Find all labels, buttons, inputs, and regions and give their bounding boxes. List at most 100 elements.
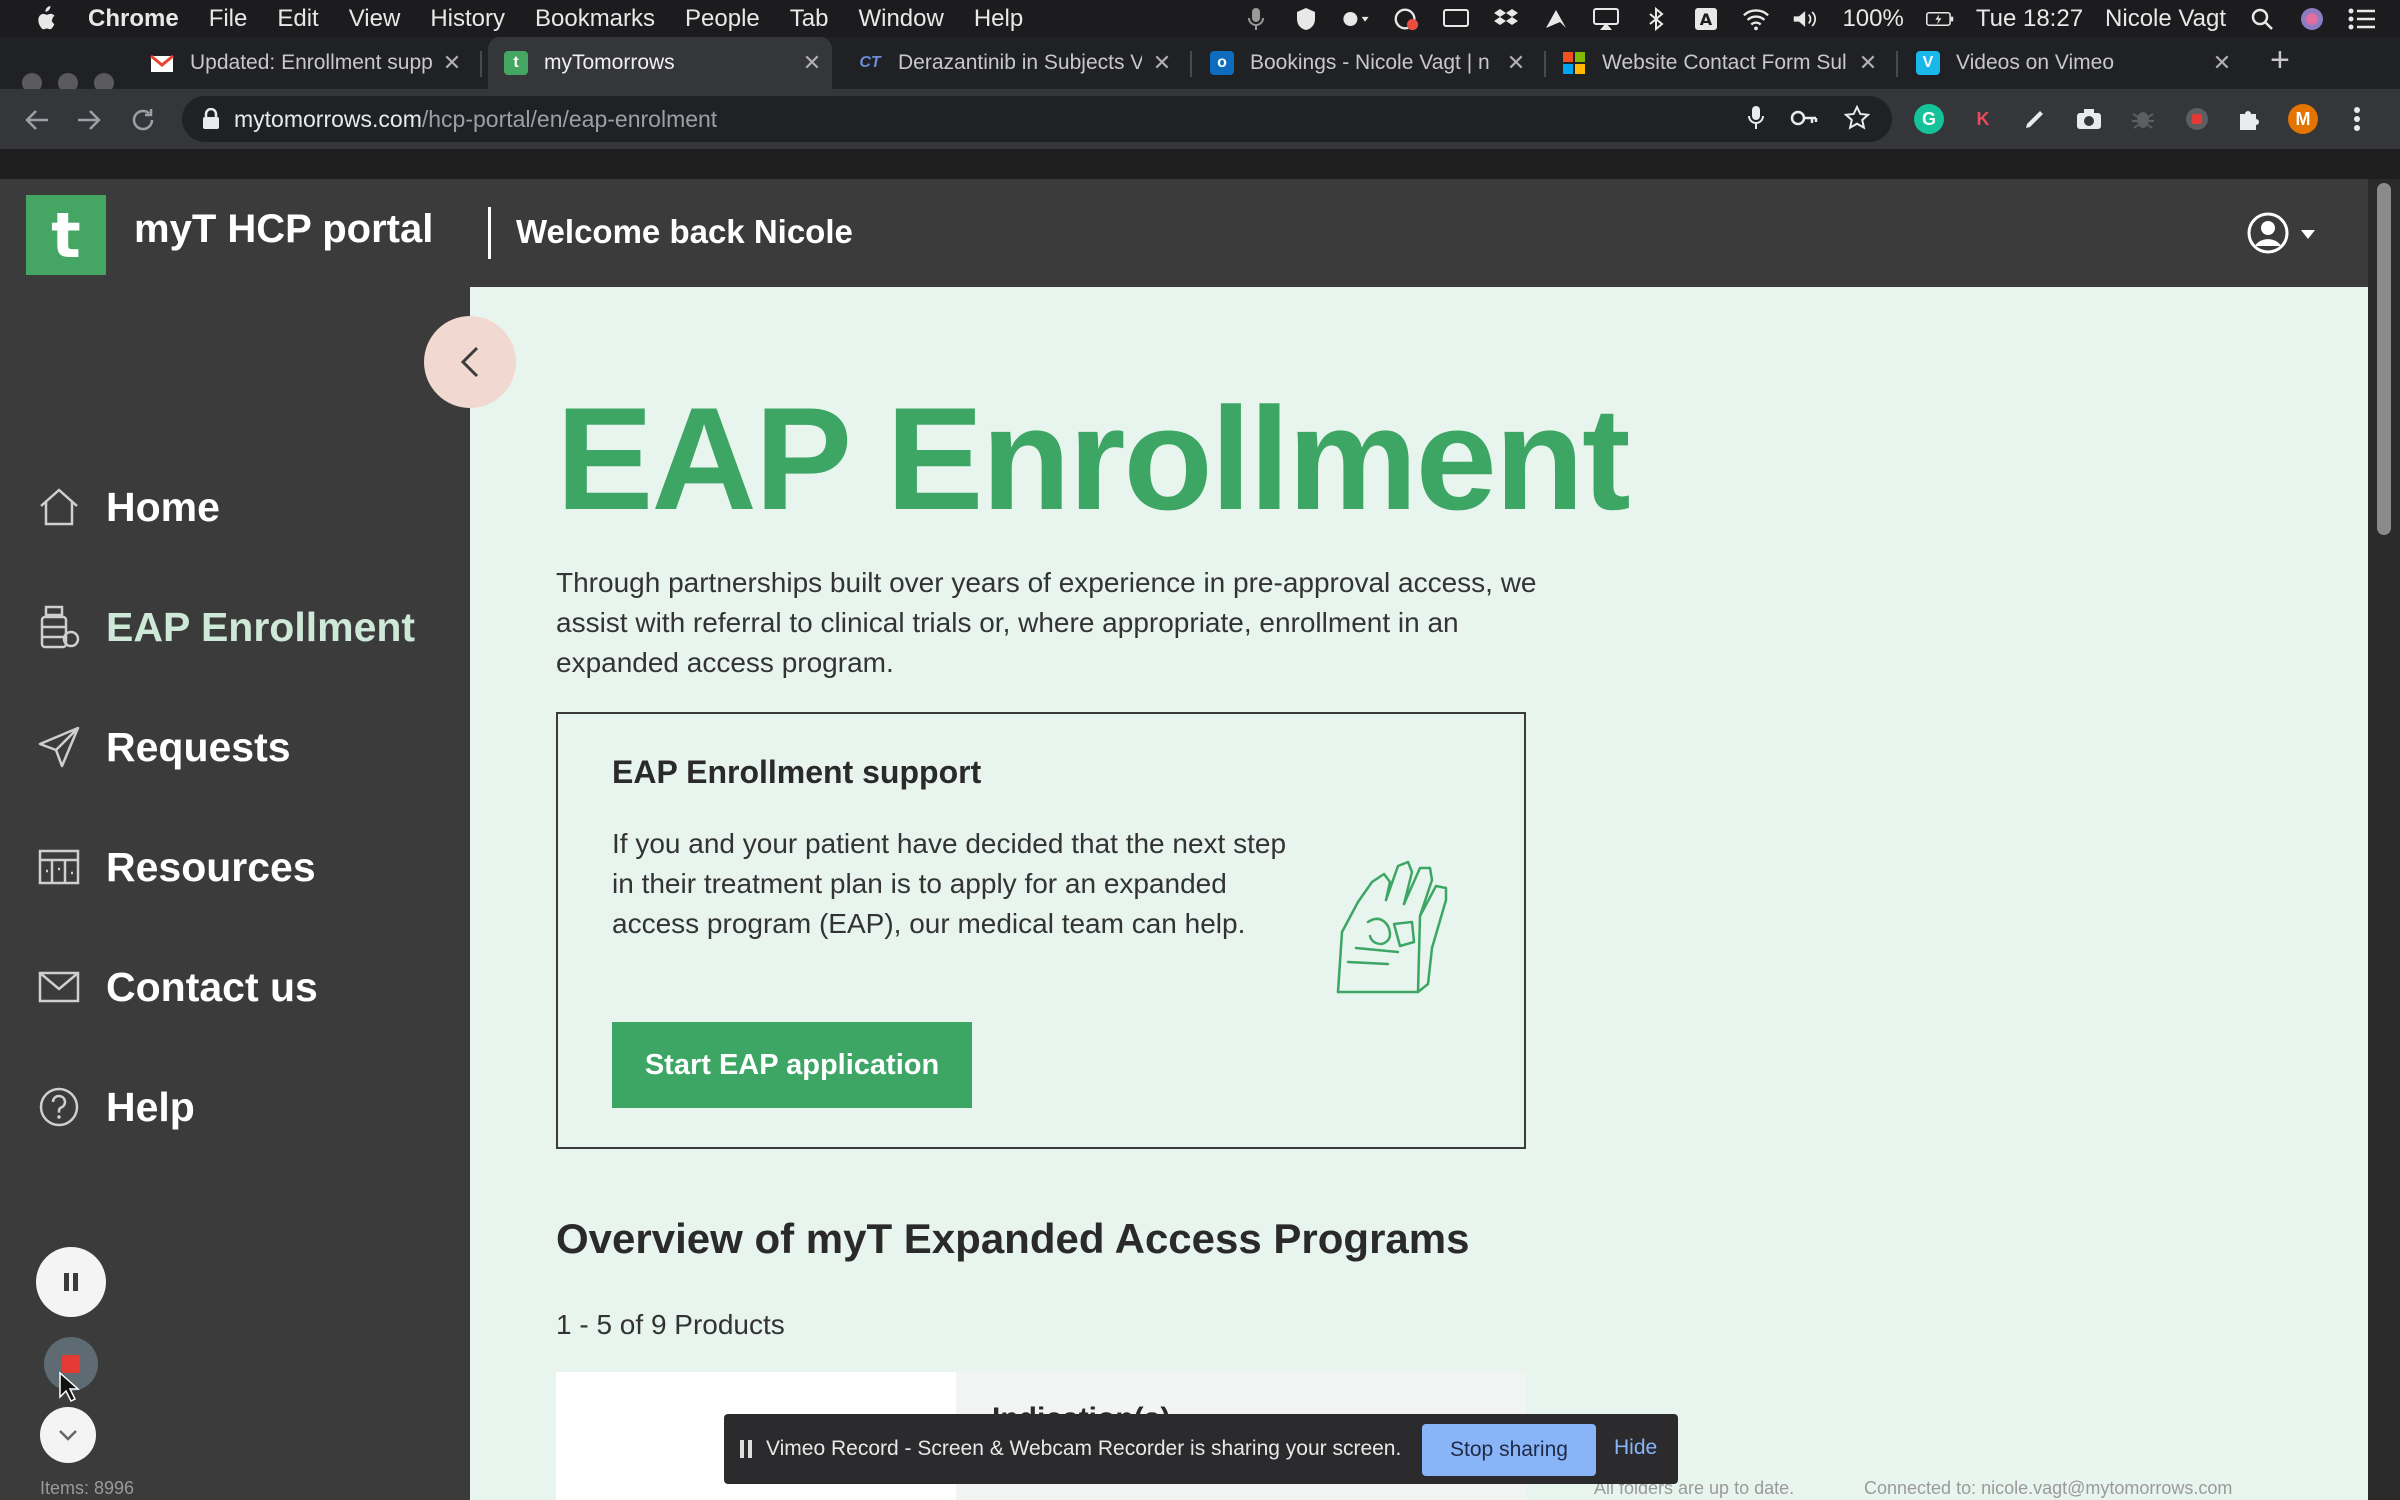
scrollbar-thumb[interactable] <box>2377 183 2391 535</box>
sidebar-item-eap-enrollment[interactable]: EAP Enrollment <box>36 597 415 657</box>
menu-file[interactable]: File <box>209 5 248 33</box>
forward-arrow-icon[interactable] <box>74 105 104 135</box>
microphone-status-icon[interactable] <box>1242 5 1270 33</box>
browser-toolbar: mytomorrows.com/hcp-portal/en/eap-enrolm… <box>0 89 2400 149</box>
tab-title: Videos on Vimeo <box>1956 51 2115 74</box>
mytomorrows-logo[interactable]: t <box>26 195 106 275</box>
envelope-icon <box>36 964 82 1010</box>
tab-title: Website Contact Form Sul <box>1602 51 1847 74</box>
menu-bookmarks[interactable]: Bookmarks <box>535 5 655 33</box>
sidebar-item-label: Home <box>106 483 220 530</box>
vimeo-icon: V <box>1916 51 1940 75</box>
shield-status-icon[interactable] <box>1292 5 1320 33</box>
menu-app-name[interactable]: Chrome <box>88 5 179 33</box>
tab-bookings[interactable]: o Bookings - Nicole Vagt | n ✕ <box>1200 37 1536 89</box>
spotlight-search-icon[interactable] <box>2248 5 2276 33</box>
close-tab-icon[interactable]: ✕ <box>2210 50 2234 76</box>
tab-separator <box>1544 51 1546 77</box>
intro-paragraph: Through partnerships built over years of… <box>556 567 1537 678</box>
bookmark-star-icon[interactable] <box>1843 104 1871 136</box>
lock-icon[interactable] <box>202 108 220 130</box>
close-tab-icon[interactable]: ✕ <box>800 50 824 76</box>
tab-clinicaltrials[interactable]: CT Derazantinib in Subjects V ✕ <box>846 37 1182 89</box>
battery-icon[interactable] <box>1925 5 1954 33</box>
sidebar-item-help[interactable]: Help <box>36 1077 195 1137</box>
dropbox-status-icon[interactable] <box>1492 5 1520 33</box>
home-icon <box>36 484 82 530</box>
siri-icon[interactable] <box>2298 5 2326 33</box>
chrome-menu-icon[interactable] <box>2342 104 2372 134</box>
record-extension-icon[interactable] <box>2182 104 2212 134</box>
address-bar[interactable]: mytomorrows.com/hcp-portal/en/eap-enrolm… <box>182 96 1892 142</box>
klarna-icon[interactable]: K <box>1968 104 1998 134</box>
apple-icon[interactable] <box>34 5 58 32</box>
sidebar-item-label: Help <box>106 1083 195 1130</box>
menu-history[interactable]: History <box>430 5 505 33</box>
tab-title: Bookings - Nicole Vagt | n <box>1250 51 1490 74</box>
drag-handle-icon[interactable] <box>740 1440 752 1458</box>
mouse-cursor-icon <box>58 1371 80 1408</box>
close-tab-icon[interactable]: ✕ <box>1856 50 1880 76</box>
collapse-sidebar-button[interactable] <box>424 316 516 408</box>
recorder-pause-button[interactable] <box>36 1247 106 1317</box>
wifi-icon[interactable] <box>1742 5 1770 33</box>
sidebar-item-resources[interactable]: Resources <box>36 837 316 897</box>
sidebar-item-contact-us[interactable]: Contact us <box>36 957 318 1017</box>
menu-view[interactable]: View <box>349 5 401 33</box>
profile-avatar[interactable]: M <box>2288 104 2318 134</box>
notification-center-icon[interactable] <box>2348 5 2376 33</box>
bluetooth-icon[interactable] <box>1642 5 1670 33</box>
menu-people[interactable]: People <box>685 5 760 33</box>
battery-percent: 100% <box>1842 4 1904 32</box>
recorder-collapse-button[interactable] <box>40 1407 96 1463</box>
menu-edit[interactable]: Edit <box>277 5 318 33</box>
media-status-icon[interactable] <box>1342 5 1370 33</box>
tab-contact-form[interactable]: Website Contact Form Sul ✕ <box>1552 37 1888 89</box>
start-eap-application-button[interactable]: Start EAP application <box>612 1022 972 1108</box>
close-tab-icon[interactable]: ✕ <box>1150 50 1174 76</box>
user-account-icon <box>2246 211 2290 260</box>
password-key-icon[interactable] <box>1790 105 1818 136</box>
status-items-count: Items: 8996 <box>40 1478 135 1498</box>
gmail-icon <box>150 51 174 75</box>
close-tab-icon[interactable]: ✕ <box>1504 50 1528 76</box>
menubar-clock[interactable]: Tue 18:27 <box>1976 5 2083 33</box>
sidebar-item-requests[interactable]: Requests <box>36 717 291 777</box>
pen-tool-icon[interactable] <box>2020 104 2050 134</box>
menu-tab[interactable]: Tab <box>790 5 829 33</box>
support-card-title: EAP Enrollment support <box>612 754 982 790</box>
sharing-message: Vimeo Record - Screen & Webcam Recorder … <box>766 1437 1402 1460</box>
bug-extension-icon[interactable] <box>2128 104 2158 134</box>
tab-vimeo[interactable]: V Videos on Vimeo ✕ <box>1906 37 2242 89</box>
paper-plane-icon <box>36 724 82 770</box>
cloud-sync-icon[interactable] <box>1392 5 1420 33</box>
tab-gmail[interactable]: Updated: Enrollment supp ✕ <box>140 37 472 89</box>
menu-window[interactable]: Window <box>858 5 943 33</box>
screen-mirror-icon[interactable] <box>1442 5 1470 33</box>
clinicaltrials-icon: CT <box>859 54 881 71</box>
user-menu-button[interactable] <box>2246 211 2316 260</box>
camera-icon[interactable] <box>2074 104 2104 134</box>
reload-icon[interactable] <box>128 105 158 135</box>
input-source-icon[interactable]: A <box>1692 5 1720 33</box>
url-text[interactable]: mytomorrows.com/hcp-portal/en/eap-enrolm… <box>234 106 717 133</box>
nordvpn-status-icon[interactable] <box>1542 5 1570 33</box>
header-divider <box>488 207 491 259</box>
sidebar-item-home[interactable]: Home <box>36 477 220 537</box>
menu-help[interactable]: Help <box>974 5 1023 33</box>
grammarly-icon[interactable]: G <box>1914 104 1944 134</box>
stop-sharing-button[interactable]: Stop sharing <box>1422 1424 1596 1476</box>
menubar-user[interactable]: Nicole Vagt <box>2105 5 2226 33</box>
extensions-puzzle-icon[interactable] <box>2234 104 2264 134</box>
screen-sharing-banner: Vimeo Record - Screen & Webcam Recorder … <box>724 1414 1678 1484</box>
new-tab-button[interactable]: + <box>2270 41 2290 80</box>
close-tab-icon[interactable]: ✕ <box>440 50 464 76</box>
tab-mytomorrows[interactable]: t myTomorrows ✕ <box>488 37 832 89</box>
microphone-icon[interactable] <box>1748 105 1764 136</box>
airplay-icon[interactable] <box>1592 5 1620 33</box>
page-scrollbar[interactable] <box>2368 179 2400 1500</box>
volume-icon[interactable] <box>1792 5 1820 33</box>
sidebar-item-label: EAP Enrollment <box>106 603 416 650</box>
hide-banner-button[interactable]: Hide <box>1614 1436 1657 1460</box>
back-arrow-icon[interactable] <box>22 105 52 135</box>
